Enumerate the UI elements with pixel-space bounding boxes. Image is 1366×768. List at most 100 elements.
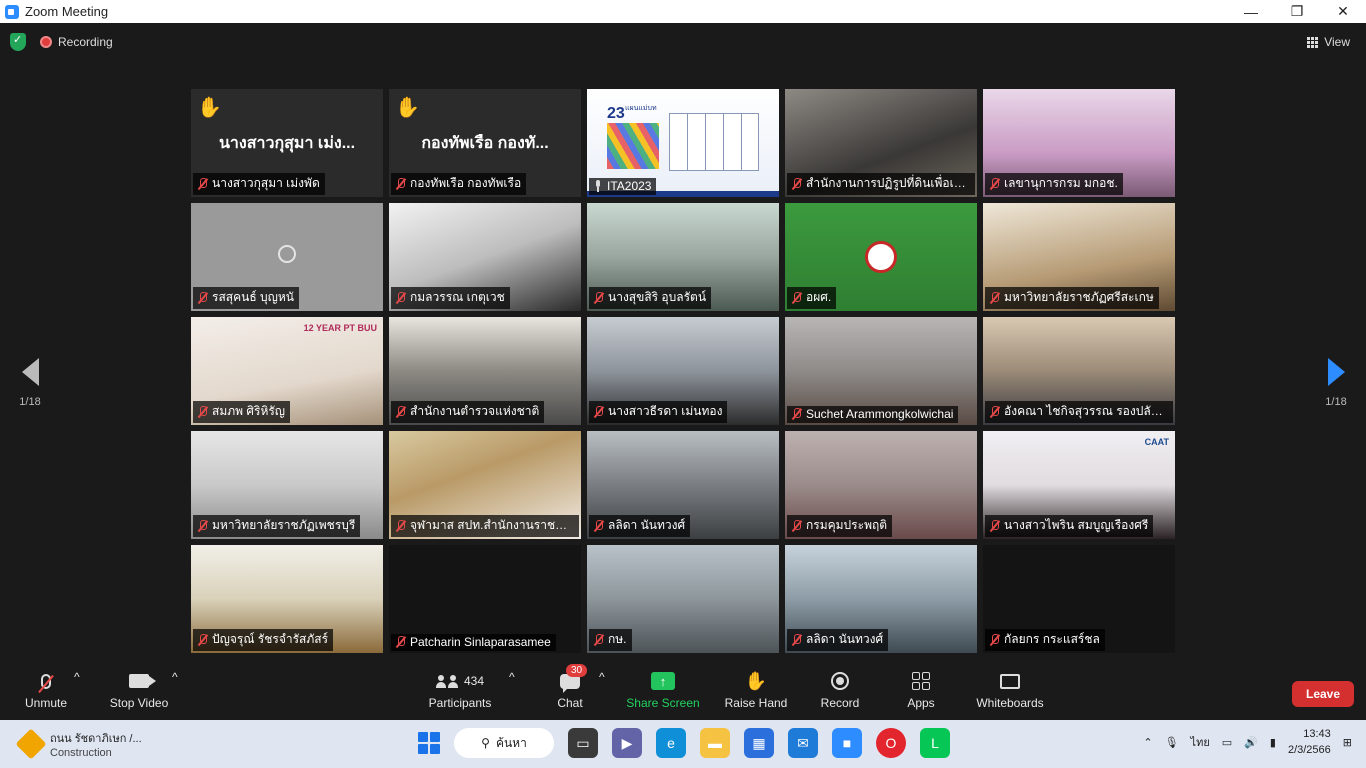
- audio-options-caret[interactable]: ^: [74, 670, 80, 684]
- stop-video-button[interactable]: Stop Video: [106, 670, 172, 710]
- video-tile[interactable]: ลลิดา นันทวงศ์: [785, 545, 977, 653]
- muted-mic-icon: [197, 177, 208, 190]
- unmute-button[interactable]: Unmute: [22, 670, 70, 710]
- zoom-taskbar-icon[interactable]: ■: [832, 728, 862, 758]
- participant-name: อผศ.: [806, 290, 832, 304]
- participant-name-label: อังคณา ไชกิจสุวรรณ รองปลัดก...: [985, 401, 1173, 423]
- participant-name: สำนักงานการปฏิรูปที่ดินเพื่อเกษ...: [806, 176, 970, 190]
- participant-name-label: มหาวิทยาลัยราชภัฏเพชรบุรี: [193, 515, 361, 537]
- line-app-icon[interactable]: L: [920, 728, 950, 758]
- network-icon[interactable]: ▭: [1222, 736, 1232, 749]
- weather-widget[interactable]: ถนน รัชดาภิเษก /... Construction: [15, 728, 142, 760]
- muted-mic-icon: [395, 291, 406, 304]
- recording-indicator[interactable]: Recording: [40, 35, 113, 49]
- background-logo: 12 YEAR PT BUU: [303, 323, 377, 333]
- close-button[interactable]: ✕: [1320, 0, 1366, 23]
- participant-name: กองทัพเรือ กองทัพเรือ: [410, 176, 522, 190]
- participant-name-label: มหาวิทยาลัยราชภัฏศรีสะเกษ: [985, 287, 1159, 309]
- chat-button[interactable]: 30 Chat: [552, 664, 588, 710]
- teams-chat-icon[interactable]: ▶: [612, 728, 642, 758]
- share-screen-button[interactable]: ↑ Share Screen: [626, 670, 700, 710]
- windows-start-icon[interactable]: [418, 732, 440, 754]
- video-tile[interactable]: กษ.: [587, 545, 779, 653]
- video-tile[interactable]: มหาวิทยาลัยราชภัฏศรีสะเกษ: [983, 203, 1175, 311]
- video-options-caret[interactable]: ^: [172, 670, 178, 684]
- system-clock[interactable]: 13:43 2/3/2566: [1288, 726, 1331, 758]
- video-tile[interactable]: มหาวิทยาลัยราชภัฏเพชรบุรี: [191, 431, 383, 539]
- video-tile[interactable]: นางสาวธีรดา เม่นทอง: [587, 317, 779, 425]
- video-tile[interactable]: เลขานุการกรม มกอช.: [983, 89, 1175, 197]
- maximize-button[interactable]: ❐: [1274, 0, 1320, 23]
- participant-name-label: กองทัพเรือ กองทัพเรือ: [391, 173, 527, 195]
- video-tile[interactable]: รสสุคนธ์ บุญหนั: [191, 203, 383, 311]
- show-hidden-icons-chevron-icon[interactable]: ⌃: [1143, 736, 1152, 749]
- participant-name-label: ลลิดา นันทวงศ์: [787, 629, 889, 651]
- video-tile[interactable]: กรมคุมประพฤติ: [785, 431, 977, 539]
- video-tile[interactable]: อังคณา ไชกิจสุวรรณ รองปลัดก...: [983, 317, 1175, 425]
- record-button[interactable]: Record: [818, 670, 862, 710]
- participant-name: สำนักงานตำรวจแห่งชาติ: [410, 404, 540, 418]
- microphone-tray-icon[interactable]: 🎙: [1165, 736, 1179, 749]
- input-language[interactable]: ไทย: [1191, 733, 1210, 751]
- background-logo: CAAT: [1144, 437, 1169, 447]
- video-tile[interactable]: สำนักงานตำรวจแห่งชาติ: [389, 317, 581, 425]
- taskbar-search[interactable]: ⚲ ค้นหา: [454, 728, 554, 758]
- muted-mic-icon: [989, 405, 1000, 418]
- battery-icon[interactable]: ▮: [1270, 736, 1276, 749]
- whiteboards-button[interactable]: Whiteboards: [974, 670, 1046, 710]
- video-tile[interactable]: Patcharin Sinlaparasamee: [389, 545, 581, 653]
- microsoft-store-icon[interactable]: ▦: [744, 728, 774, 758]
- recording-dot-icon: [40, 36, 52, 48]
- participants-options-caret[interactable]: ^: [509, 670, 515, 684]
- apps-button[interactable]: Apps: [904, 670, 938, 710]
- participant-name-label: สำนักงานการปฏิรูปที่ดินเพื่อเกษ...: [787, 173, 975, 195]
- video-tile[interactable]: สำนักงานการปฏิรูปที่ดินเพื่อเกษ...: [785, 89, 977, 197]
- window-title: Zoom Meeting: [25, 4, 109, 19]
- video-tile[interactable]: นางสุขสิริ อุบลรัตน์: [587, 203, 779, 311]
- opera-browser-icon[interactable]: O: [876, 728, 906, 758]
- participant-name: นางสุขสิริ อุบลรัตน์: [608, 290, 707, 304]
- raised-hand-icon: ✋: [197, 97, 222, 119]
- video-tile[interactable]: ลลิดา นันทวงศ์: [587, 431, 779, 539]
- participant-name-label: กมลวรรณ เกตุเวช: [391, 287, 510, 309]
- previous-page-button[interactable]: 1/18: [10, 358, 50, 408]
- task-view-icon[interactable]: ▭: [568, 728, 598, 758]
- minimize-button[interactable]: —: [1228, 0, 1274, 23]
- video-tile[interactable]: กองทัพเรือ กองทั... ✋ กองทัพเรือ กองทัพเรื…: [389, 89, 581, 197]
- video-tile[interactable]: กมลวรรณ เกตุเวช: [389, 203, 581, 311]
- slide-hexagon-graphic: [607, 123, 659, 169]
- weather-title: ถนน รัชดาภิเษก /...: [50, 733, 142, 745]
- video-tile[interactable]: กัลยกร กระแสร์ชล: [983, 545, 1175, 653]
- chat-options-caret[interactable]: ^: [599, 670, 605, 684]
- view-button[interactable]: View: [1307, 35, 1350, 49]
- mail-icon[interactable]: ✉: [788, 728, 818, 758]
- video-tile[interactable]: 12 YEAR PT BUU สมภพ ศิริหิรัญ: [191, 317, 383, 425]
- muted-mic-icon: [197, 291, 208, 304]
- clock-date: 2/3/2566: [1287, 744, 1331, 756]
- leave-button[interactable]: Leave: [1292, 681, 1354, 707]
- whiteboards-label: Whiteboards: [976, 696, 1044, 710]
- volume-icon[interactable]: 🔊: [1244, 736, 1258, 749]
- video-tile[interactable]: CAAT นางสาวไพริน สมบูญเรืองศรี: [983, 431, 1175, 539]
- notification-icon[interactable]: ⊞: [1343, 736, 1352, 749]
- muted-mic-icon: [593, 405, 604, 418]
- next-page-button[interactable]: 1/18: [1316, 358, 1356, 408]
- raise-hand-button[interactable]: ✋ Raise Hand: [724, 670, 788, 711]
- participant-name: ปัญจรุณ์ รัชรจำรัสภัสร์: [212, 632, 329, 646]
- encryption-shield-icon[interactable]: [10, 33, 26, 51]
- participant-name: กมลวรรณ เกตุเวช: [410, 290, 505, 304]
- file-explorer-icon[interactable]: ▬: [700, 728, 730, 758]
- video-tile[interactable]: 23 แผนแม่บท ITA2023: [587, 89, 779, 197]
- view-label: View: [1324, 35, 1350, 49]
- muted-mic-icon: [593, 519, 604, 532]
- video-tile[interactable]: Suchet Arammongkolwichai: [785, 317, 977, 425]
- video-tile[interactable]: จุฬามาส สปท.สำนักงานราชบัณ...: [389, 431, 581, 539]
- video-tile[interactable]: นางสาวกุสุมา เม่ง... ✋ นางสาวกุสุมา เม่งพั…: [191, 89, 383, 197]
- participants-button[interactable]: 434 Participants: [427, 670, 493, 710]
- video-tile[interactable]: อผศ.: [785, 203, 977, 311]
- search-label: ค้นหา: [495, 735, 527, 750]
- participant-name-label: กษ.: [589, 629, 632, 651]
- video-tile[interactable]: ปัญจรุณ์ รัชรจำรัสภัสร์: [191, 545, 383, 653]
- participant-name: เลขานุการกรม มกอช.: [1004, 176, 1118, 190]
- edge-browser-icon[interactable]: e: [656, 728, 686, 758]
